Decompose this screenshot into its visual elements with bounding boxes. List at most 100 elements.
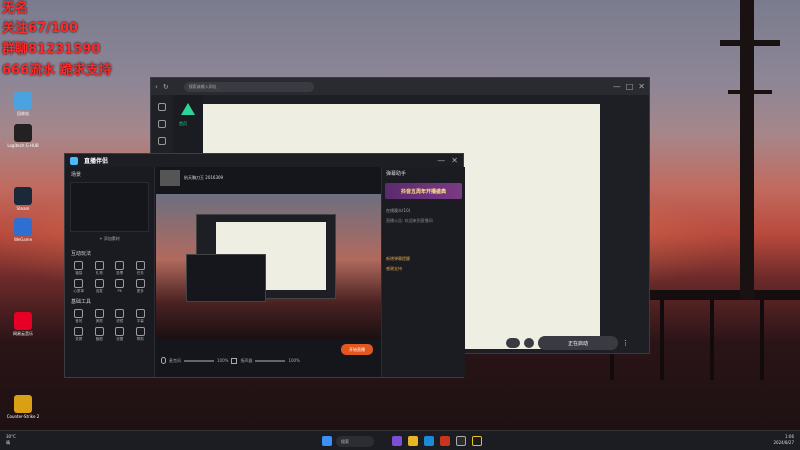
tool-item[interactable]: 更多	[132, 279, 150, 294]
cs2-icon	[14, 395, 32, 413]
desktop-icon[interactable]: WeGame	[0, 218, 46, 252]
chat-tab[interactable]: 弹幕助手	[382, 167, 465, 180]
address-bar[interactable]: 搜索或输入网址	[183, 81, 314, 92]
avatar	[160, 170, 180, 186]
qq-icon[interactable]	[506, 338, 520, 348]
chat-line: 在线观众(10)	[386, 208, 411, 213]
tool-item[interactable]: 连麦	[91, 279, 109, 294]
tool-icon	[135, 327, 145, 336]
overlay-support: 666流水 跪求支持	[2, 63, 112, 78]
mic-slider[interactable]	[184, 359, 214, 362]
tool-item[interactable]: 帮助	[132, 327, 150, 342]
wegame-icon	[14, 218, 32, 236]
nav-home[interactable]: 首页	[179, 121, 203, 127]
tool-icon	[135, 261, 145, 270]
start-menu-icon[interactable]	[322, 436, 332, 446]
event-banner[interactable]: 抖音五周年开播盛典	[385, 183, 462, 199]
game-icon[interactable]	[158, 137, 166, 145]
mic-label: 麦克风	[169, 357, 181, 363]
browser-toolbar: ‹ ↻ 搜索或输入网址 — □ ✕	[151, 78, 649, 95]
weather-desc: 晴	[6, 440, 10, 445]
app-right-panel: 弹幕助手 抖音五周年开播盛典 在线观众(10) 直播公告: 欢迎来到直播间 新增…	[381, 167, 465, 377]
tool-icon	[74, 327, 84, 336]
section-title: 互动玩法	[71, 251, 92, 257]
browser-icon[interactable]	[424, 436, 434, 446]
app-center-panel: 杭天胸刀王 2016309 麦克风 100% 扬声器 100% 开始直播	[156, 167, 381, 377]
clock-date: 2024/8/27	[773, 440, 794, 445]
app-icon[interactable]	[472, 436, 482, 446]
more-icon[interactable]: ⋮	[622, 339, 629, 347]
tool-icon	[115, 327, 125, 336]
stream-preview	[156, 194, 381, 339]
tool-icon	[115, 279, 125, 288]
close-icon[interactable]: ✕	[638, 82, 645, 91]
speaker-percent: 100%	[288, 358, 300, 363]
triangle-logo-icon	[181, 103, 195, 115]
chat-line: 直播公告: 欢迎来到直播间	[386, 218, 433, 223]
speaker-slider[interactable]	[255, 359, 286, 362]
tool-item[interactable]: 录屏	[70, 327, 88, 342]
minimize-icon[interactable]: —	[613, 82, 621, 91]
back-icon[interactable]: ‹	[155, 83, 158, 91]
tool-icon	[135, 309, 145, 318]
speaker-label: 扬声器	[240, 357, 253, 363]
desktop-icon[interactable]: 回收站	[0, 92, 46, 126]
app-icon[interactable]	[440, 436, 450, 446]
scene-title: 场景	[71, 172, 82, 178]
close-icon[interactable]: ✕	[451, 156, 458, 165]
tool-item[interactable]: 礼物	[91, 261, 109, 276]
overlay-follow: 关注67/100	[2, 21, 78, 36]
app-left-panel: 场景 + 添加素材 互动玩法 福袋 礼物 投票 任务 心愿单 连麦 PK 更多 …	[65, 167, 155, 377]
mic-percent: 100%	[217, 358, 229, 363]
tool-item[interactable]: 福袋	[70, 261, 88, 276]
section-title: 基础工具	[71, 299, 92, 305]
tool-icon	[74, 261, 84, 270]
chat-line: 新增弹幕提醒	[386, 256, 410, 261]
tool-item[interactable]: PK	[111, 279, 129, 294]
app-brand: 直播伴侣	[84, 158, 109, 165]
tool-icon	[94, 309, 104, 318]
tools-grid: 音效 美颜 滤镜 字幕 录屏 截图 设置 帮助	[65, 309, 154, 342]
tool-item[interactable]: 心愿单	[70, 279, 88, 294]
app-icon[interactable]	[392, 436, 402, 446]
go-live-button[interactable]: 开始直播	[341, 344, 373, 355]
app-icon[interactable]	[456, 436, 466, 446]
tool-item[interactable]: 美颜	[91, 309, 109, 324]
weather-widget[interactable]: 30°C 晴	[6, 434, 16, 446]
taskbar-clock[interactable]: 1:06 2024/8/27	[773, 434, 794, 446]
mic-icon[interactable]	[161, 357, 166, 364]
brand-logo-icon	[70, 156, 78, 165]
desktop-icon[interactable]: Steam	[0, 187, 46, 221]
tool-item[interactable]: 滤镜	[111, 309, 129, 324]
tool-item[interactable]: 截图	[91, 327, 109, 342]
scene-list[interactable]	[70, 182, 149, 232]
user-bar: 杭天胸刀王 2016309	[156, 167, 381, 189]
refresh-icon[interactable]: ↻	[163, 83, 169, 91]
netease-music-icon	[14, 312, 32, 330]
tool-icon	[94, 261, 104, 270]
start-button[interactable]: 正在启动	[538, 336, 618, 350]
taskbar-search[interactable]: 搜索	[336, 436, 374, 447]
stream-app-window: 直播伴侣 — ✕ 场景 + 添加素材 互动玩法 福袋 礼物 投票 任务 心愿单 …	[64, 153, 465, 378]
desktop-icon[interactable]: Logitech G HUB	[0, 124, 46, 158]
desktop-icon[interactable]: 网易云音乐	[0, 312, 46, 346]
tool-item[interactable]: 投票	[111, 261, 129, 276]
home-icon[interactable]	[158, 103, 166, 111]
tool-item[interactable]: 任务	[132, 261, 150, 276]
tool-item[interactable]: 音效	[70, 309, 88, 324]
taskbar: 30°C 晴 搜索 1:06 2024/8/27	[0, 430, 800, 450]
logitech-icon	[14, 124, 32, 142]
overlay-name: 无名	[2, 1, 29, 16]
speaker-icon[interactable]	[231, 357, 238, 364]
bag-icon[interactable]	[158, 120, 166, 128]
recycle-bin-icon	[14, 92, 32, 110]
tool-item[interactable]: 设置	[111, 327, 129, 342]
maximize-icon[interactable]: □	[626, 82, 634, 91]
tool-item[interactable]: 字幕	[132, 309, 150, 324]
folder-icon[interactable]	[408, 436, 418, 446]
minimize-icon[interactable]: —	[437, 156, 445, 165]
settings-icon[interactable]	[524, 338, 534, 348]
add-scene-button[interactable]: + 添加素材	[65, 232, 154, 246]
audio-controls: 麦克风 100% 扬声器 100%	[161, 357, 300, 364]
desktop-icon[interactable]: Counter-Strike 2	[0, 395, 46, 429]
